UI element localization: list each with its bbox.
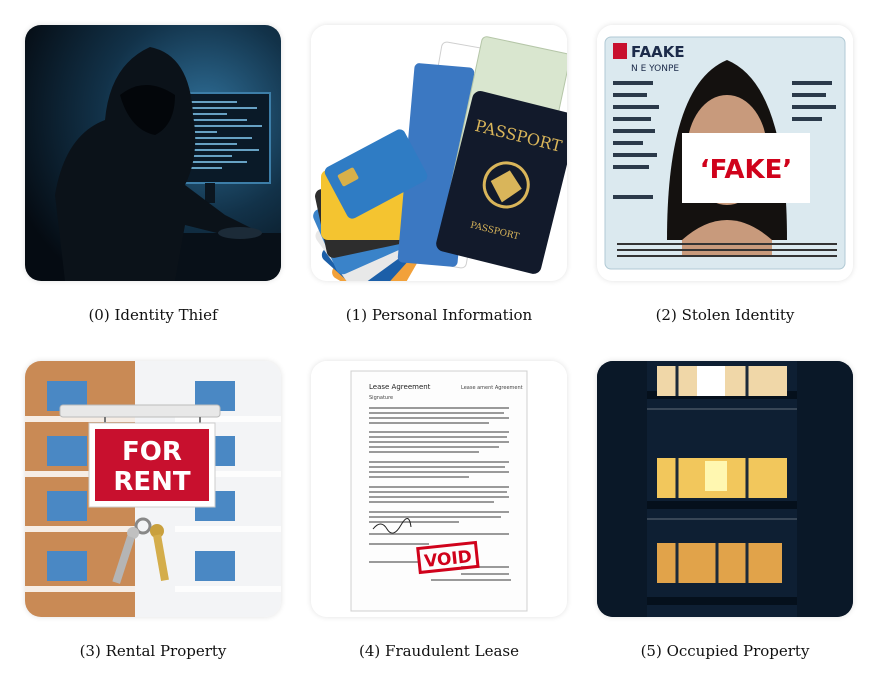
image-fraudulent-lease: Lease Agreement Lease ament Agreement Si… — [311, 361, 567, 617]
lease-title-right: Lease ament Agreement — [461, 385, 523, 391]
id-card-header: FAAKE — [631, 43, 685, 61]
caption-occupied-property: (5) Occupied Property — [640, 642, 810, 660]
fake-id-card-illustration: FAAKE N E YONPE ‘FAKE’ — [597, 25, 853, 281]
caption-stolen-identity: (2) Stolen Identity — [655, 306, 795, 324]
for-rent-sign-line1: FOR — [122, 437, 182, 467]
image-identity-thief — [25, 25, 281, 281]
void-lease-document-illustration: Lease Agreement Lease ament Agreement Si… — [311, 361, 567, 617]
for-rent-sign-illustration: FOR RENT — [25, 361, 281, 617]
id-card-subheader: N E YONPE — [631, 64, 679, 74]
lease-signature-label: Signature — [369, 395, 393, 401]
cards-and-passport-illustration: PASSPORT PASSPORT — [311, 25, 567, 281]
caption-rental-property: (3) Rental Property — [79, 642, 227, 660]
for-rent-sign-line2: RENT — [113, 467, 191, 497]
lit-apartment-windows-illustration — [597, 361, 853, 617]
lease-title: Lease Agreement — [369, 383, 431, 391]
hooded-hacker-illustration — [25, 25, 281, 281]
caption-identity-thief: (0) Identity Thief — [88, 306, 218, 324]
image-stolen-identity: FAAKE N E YONPE ‘FAKE’ — [597, 25, 853, 281]
caption-fraudulent-lease: (4) Fraudulent Lease — [359, 642, 519, 660]
fake-stamp: ‘FAKE’ — [700, 155, 793, 185]
image-rental-property: FOR RENT — [25, 361, 281, 617]
caption-personal-information: (1) Personal Information — [345, 306, 533, 324]
image-personal-information: PASSPORT PASSPORT — [311, 25, 567, 281]
image-occupied-property — [597, 361, 853, 617]
